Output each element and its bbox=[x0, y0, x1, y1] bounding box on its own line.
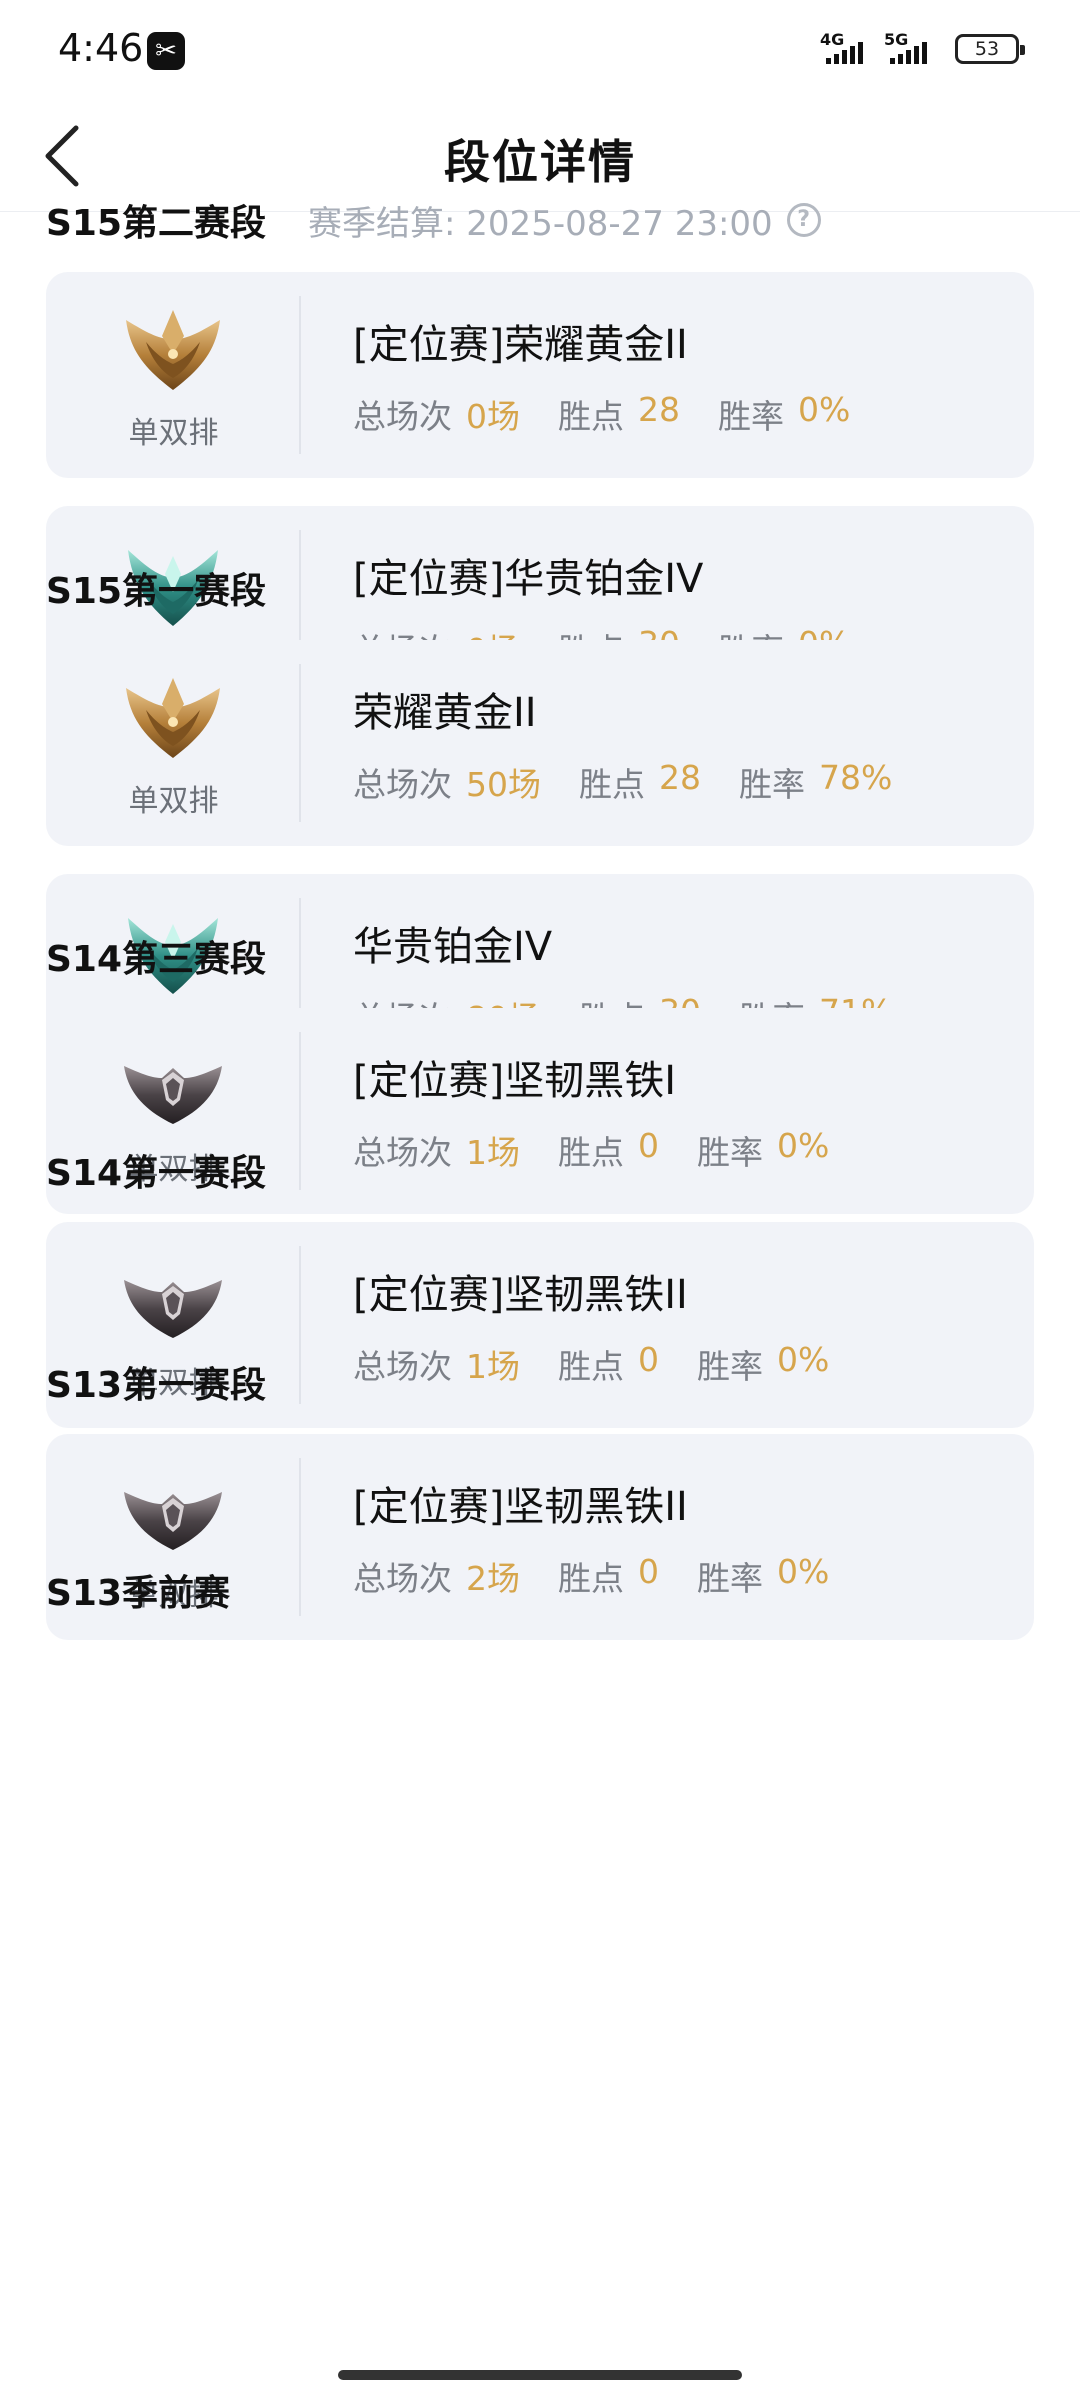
win-rate-label: 胜率 bbox=[697, 1347, 763, 1386]
league-points-label: 胜点 bbox=[558, 1559, 624, 1598]
stat-gap bbox=[520, 1340, 558, 1388]
rank-name: 荣耀黄金II bbox=[353, 690, 537, 736]
rank-stats: 总场次 1场 胜点 0 胜率 0% bbox=[353, 1126, 829, 1174]
league-points-value: 0 bbox=[638, 1552, 659, 1591]
rank-name: [定位赛]坚韧黑铁I bbox=[353, 1058, 677, 1104]
rank-stats: 总场次 50场 胜点 28 胜率 78% bbox=[353, 758, 892, 806]
stat-gap bbox=[659, 1126, 697, 1174]
capcut-icon: ✂ bbox=[147, 32, 185, 70]
season-header: S13季前赛 bbox=[46, 1560, 230, 1620]
total-games-value: 0场 bbox=[466, 397, 520, 436]
card-divider bbox=[299, 296, 301, 454]
rank-emblem-area: 单双排 bbox=[46, 640, 301, 846]
win-rate-label: 胜率 bbox=[697, 1559, 763, 1598]
win-rate-label: 胜率 bbox=[739, 765, 805, 804]
season-title: S14第三赛段 bbox=[46, 939, 267, 980]
league-points-label: 胜点 bbox=[558, 397, 624, 436]
home-indicator[interactable] bbox=[338, 2370, 742, 2380]
season-header: S13第一赛段 bbox=[46, 1352, 266, 1412]
rank-emblem-area: 单双排 bbox=[46, 272, 301, 478]
stat-gap bbox=[520, 1552, 558, 1600]
iron-rank-emblem-icon bbox=[118, 1252, 228, 1352]
league-points-label: 胜点 bbox=[558, 1133, 624, 1172]
rank-name: [定位赛]荣耀黄金II bbox=[353, 322, 688, 368]
rank-stats: 总场次 0场 胜点 28 胜率 0% bbox=[353, 390, 850, 438]
season-header: S14第一赛段 bbox=[46, 1140, 266, 1200]
total-games-label: 总场次 bbox=[353, 1133, 452, 1172]
total-games-value: 1场 bbox=[466, 1347, 520, 1386]
win-rate-value: 0% bbox=[777, 1552, 830, 1591]
total-games-label: 总场次 bbox=[353, 1347, 452, 1386]
status-bar: 4:46 ✂ 4G 5G 53 bbox=[0, 0, 1080, 100]
stat-gap bbox=[659, 1552, 697, 1600]
total-games-value: 50场 bbox=[466, 765, 541, 804]
season-settlement-time: 赛季结算: 2025-08-27 23:00? bbox=[308, 196, 821, 245]
card-divider bbox=[299, 664, 301, 822]
signal-5g-icon: 5G bbox=[884, 30, 942, 64]
queue-type-label: 单双排 bbox=[128, 416, 219, 451]
rank-name: [定位赛]华贵铂金IV bbox=[353, 556, 704, 602]
page-title: 段位详情 bbox=[444, 135, 636, 189]
rank-card[interactable]: 单双排 荣耀黄金II 总场次 50场 胜点 28 胜率 78% bbox=[46, 640, 1034, 846]
rank-card[interactable]: 单双排 [定位赛]荣耀黄金II 总场次 0场 胜点 28 胜率 0% bbox=[46, 272, 1034, 478]
rank-name: [定位赛]坚韧黑铁II bbox=[353, 1272, 688, 1318]
queue-type-label: 单双排 bbox=[128, 784, 219, 819]
total-games-label: 总场次 bbox=[353, 765, 452, 804]
win-rate-value: 0% bbox=[777, 1126, 830, 1165]
stat-gap bbox=[659, 1340, 697, 1388]
win-rate-value: 78% bbox=[819, 758, 893, 797]
league-points-value: 28 bbox=[638, 390, 680, 429]
stat-gap bbox=[680, 390, 718, 438]
stat-gap bbox=[701, 758, 739, 806]
season-title: S14第一赛段 bbox=[46, 1153, 267, 1194]
card-divider bbox=[299, 1246, 301, 1404]
league-points-value: 0 bbox=[638, 1126, 659, 1165]
battery-icon: 53 bbox=[955, 34, 1025, 64]
league-points-value: 0 bbox=[638, 1340, 659, 1379]
total-games-value: 2场 bbox=[466, 1559, 520, 1598]
season-title: S13季前赛 bbox=[46, 1573, 231, 1614]
rank-name: [定位赛]坚韧黑铁II bbox=[353, 1484, 688, 1530]
gold-rank-emblem-icon bbox=[118, 670, 228, 770]
card-divider bbox=[299, 1458, 301, 1616]
rank-details-screen: 4:46 ✂ 4G 5G 53 段位详情 S15第二赛段 赛季结算: 2025-0… bbox=[0, 0, 1080, 2401]
help-icon[interactable]: ? bbox=[786, 203, 821, 237]
total-games-value: 1场 bbox=[466, 1133, 520, 1172]
iron-rank-emblem-icon bbox=[118, 1464, 228, 1564]
total-games-label: 总场次 bbox=[353, 1559, 452, 1598]
total-games-label: 总场次 bbox=[353, 397, 452, 436]
rank-name: 华贵铂金IV bbox=[353, 924, 553, 970]
settlement-text: 赛季结算: 2025-08-27 23:00 bbox=[308, 203, 773, 244]
stat-gap bbox=[520, 1126, 558, 1174]
card-divider bbox=[299, 1032, 301, 1190]
win-rate-label: 胜率 bbox=[697, 1133, 763, 1172]
season-title: S13第一赛段 bbox=[46, 1365, 267, 1406]
gold-rank-emblem-icon bbox=[118, 302, 228, 402]
stat-gap bbox=[541, 758, 579, 806]
league-points-label: 胜点 bbox=[558, 1347, 624, 1386]
season-header: S15第一赛段 bbox=[46, 558, 266, 618]
league-points-value: 28 bbox=[659, 758, 701, 797]
win-rate-value: 0% bbox=[777, 1340, 830, 1379]
iron-rank-emblem-icon bbox=[118, 1038, 228, 1138]
season-header: S15第二赛段 赛季结算: 2025-08-27 23:00? bbox=[46, 190, 821, 250]
win-rate-value: 0% bbox=[798, 390, 851, 429]
win-rate-label: 胜率 bbox=[718, 397, 784, 436]
signal-4g-icon: 4G bbox=[820, 30, 878, 64]
rank-stats: 总场次 2场 胜点 0 胜率 0% bbox=[353, 1552, 829, 1600]
rank-stats: 总场次 1场 胜点 0 胜率 0% bbox=[353, 1340, 829, 1388]
season-title: S15第一赛段 bbox=[46, 571, 267, 612]
season-header: S14第三赛段 bbox=[46, 926, 266, 986]
league-points-label: 胜点 bbox=[579, 765, 645, 804]
stat-gap bbox=[520, 390, 558, 438]
season-title: S15第二赛段 bbox=[46, 203, 267, 244]
status-time: 4:46 bbox=[58, 26, 144, 70]
